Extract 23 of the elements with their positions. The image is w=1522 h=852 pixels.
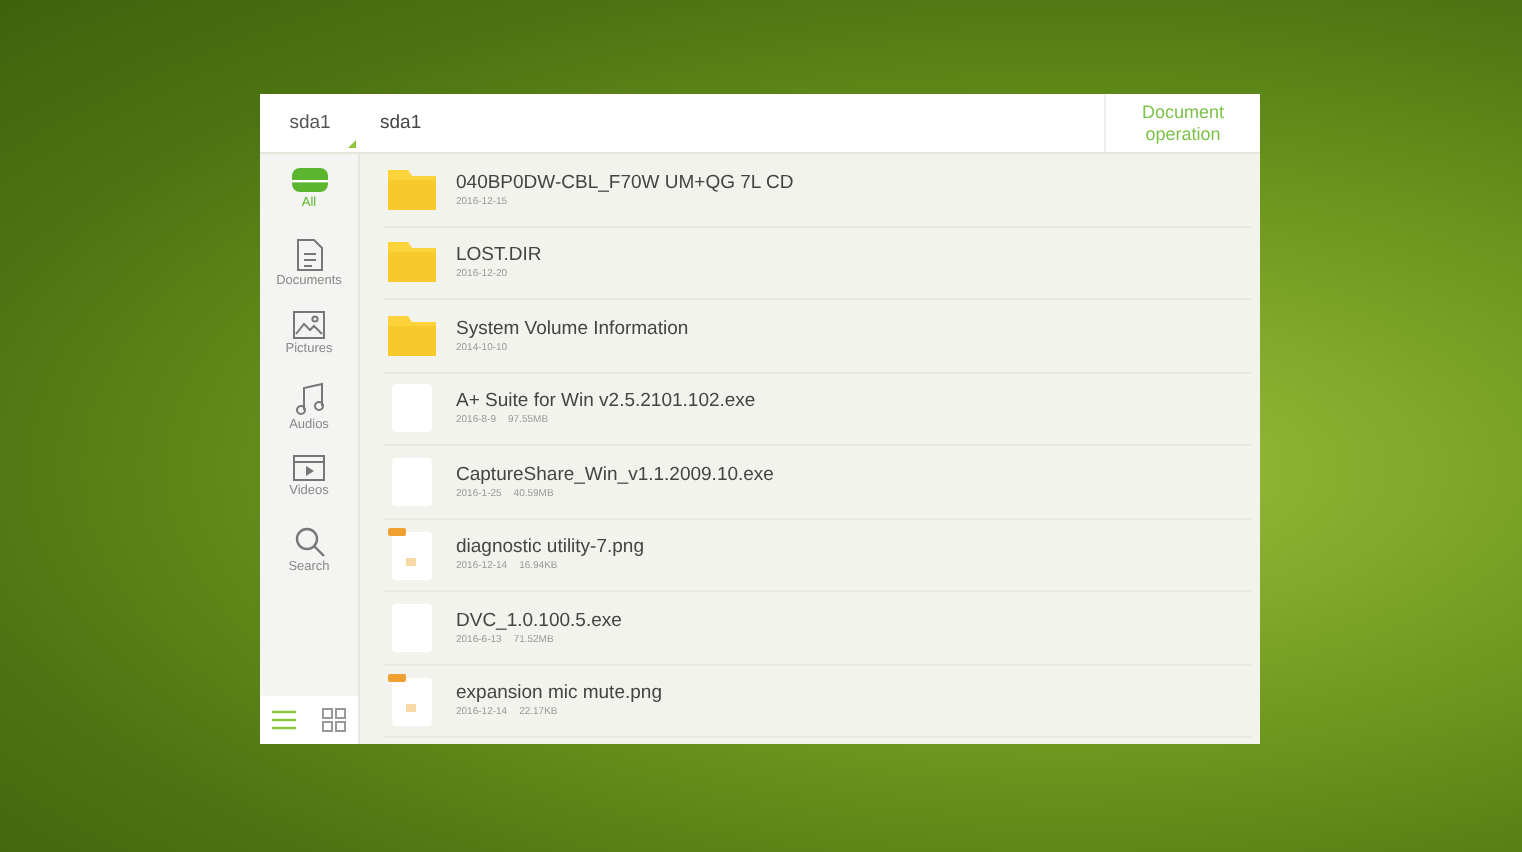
file-name: A+ Suite for Win v2.5.2101.102.exe [456,390,756,413]
document-icon [295,238,323,272]
file-name: diagnostic utility-7.png [456,536,644,559]
breadcrumb-tab[interactable]: sda1 [360,94,442,152]
folder-icon [388,315,436,356]
file-name: System Volume Information [456,317,689,340]
list-view-button[interactable] [270,706,299,734]
grid-view-button[interactable] [319,706,348,734]
file-name: 040BP0DW-CBL_F70W UM+QG 7L CD [456,171,794,194]
image-file-icon [388,528,436,581]
folder-icon [388,169,436,210]
search-icon [293,526,325,558]
file-name: LOST.DIR [456,244,542,267]
image-file-icon [388,674,436,727]
breadcrumb-tab[interactable]: sda1 [260,94,360,152]
folder-icon [388,242,436,283]
drive-icon [289,166,329,194]
file-name: CaptureShare_Win_v1.1.2009.10.exe [456,463,774,486]
video-icon [292,454,326,482]
picture-icon [292,310,326,340]
file-name: expansion mic mute.png [456,682,662,705]
music-note-icon [293,382,325,416]
file-name: DVC_1.0.100.5.exe [456,609,622,632]
